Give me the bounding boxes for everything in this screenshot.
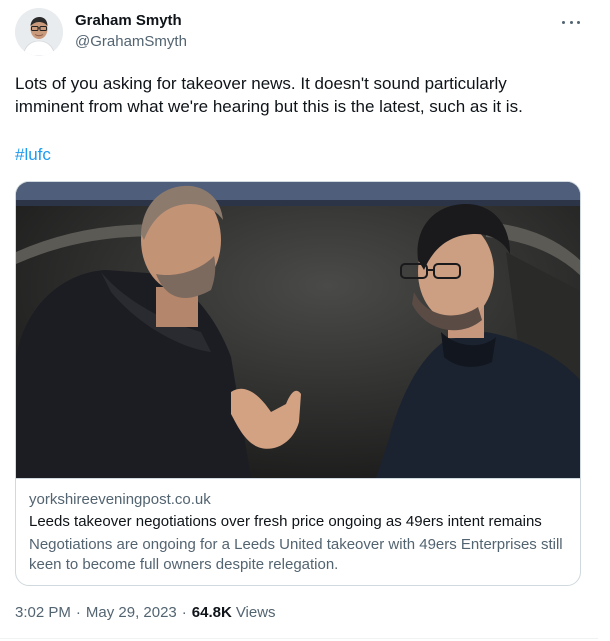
bottom-divider xyxy=(0,638,598,639)
tweet-date[interactable]: May 29, 2023 xyxy=(86,604,177,621)
hashtag-link[interactable]: #lufc xyxy=(15,145,51,165)
separator: · xyxy=(75,604,81,621)
tweet-text: Lots of you asking for takeover news. It… xyxy=(15,74,523,116)
more-options-icon[interactable] xyxy=(560,14,582,30)
views-count[interactable]: 64.8K xyxy=(192,604,232,621)
tweet-time[interactable]: 3:02 PM xyxy=(15,604,71,621)
card-description[interactable]: Negotiations are ongoing for a Leeds Uni… xyxy=(29,535,569,575)
separator: · xyxy=(181,604,187,621)
tweet: Graham Smyth @GrahamSmyth Lots of you as… xyxy=(0,0,598,641)
link-card-image[interactable] xyxy=(16,182,580,478)
tweet-metadata: 3:02 PM · May 29, 2023 · 64.8K Views xyxy=(15,604,276,621)
card-divider xyxy=(16,478,580,479)
author-handle[interactable]: @GrahamSmyth xyxy=(75,33,187,50)
card-domain[interactable]: yorkshireeveningpost.co.uk xyxy=(29,491,211,508)
card-title[interactable]: Leeds takeover negotiations over fresh p… xyxy=(29,513,542,530)
author-name[interactable]: Graham Smyth xyxy=(75,12,182,29)
views-label[interactable]: Views xyxy=(236,604,276,621)
link-card[interactable]: yorkshireeveningpost.co.uk Leeds takeove… xyxy=(15,181,581,586)
avatar[interactable] xyxy=(15,8,63,56)
